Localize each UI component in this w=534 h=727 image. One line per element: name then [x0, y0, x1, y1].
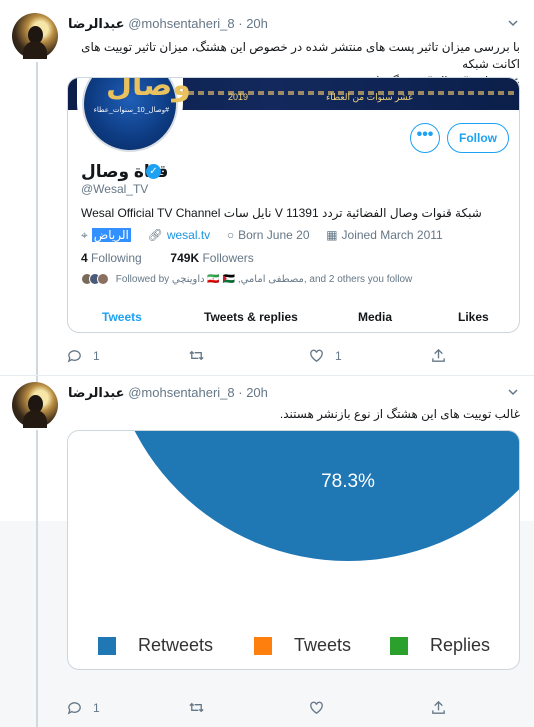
like-button[interactable] — [308, 699, 325, 716]
profile-bio: Wesal Official TV Channel نايل سات V شبك… — [81, 206, 482, 220]
legend-label: Retweets — [138, 635, 214, 655]
share-icon — [432, 348, 445, 362]
timestamp[interactable]: · 20h — [238, 16, 268, 31]
balloon-icon: ○ — [226, 228, 235, 242]
tweet-header: عبدالرضا @mohsentaheri_8 · 20h — [68, 385, 268, 401]
share-button[interactable] — [430, 699, 447, 716]
like-count: 1 — [335, 348, 342, 363]
heart-icon — [310, 349, 323, 362]
heart-icon — [310, 701, 323, 714]
profile-joined: Joined March 2011 — [341, 228, 443, 242]
profile-location: الرياض — [91, 228, 131, 242]
legend-item-replies: Replies — [390, 635, 490, 656]
reply-count: 1 — [93, 348, 100, 363]
location-icon: ⌖ — [81, 228, 88, 242]
avatar — [97, 273, 109, 285]
profile-tabs: Tweets Tweets & replies Media Likes — [68, 300, 519, 332]
profile-handle[interactable]: @Wesal_TV — [81, 182, 148, 196]
profile-picture[interactable]: TV وصال #وصال_10_سنوات_عطاء — [77, 78, 191, 156]
legend-swatch — [390, 636, 408, 655]
pie-slice-retweets — [134, 431, 519, 561]
chevron-down-icon[interactable] — [506, 16, 520, 30]
avatar[interactable] — [12, 382, 58, 428]
reply-button[interactable]: 1 — [66, 347, 100, 364]
legend-swatch — [254, 636, 272, 655]
profile-born: Born June 20 — [238, 228, 310, 242]
following-count[interactable]: 4 — [81, 251, 88, 265]
followers-count[interactable]: 749K — [170, 251, 199, 265]
banner-text: عشر سنوات من العطاء — [326, 92, 414, 102]
reply-icon — [67, 350, 81, 363]
profile-info: ⌖ الرياض 🔗︎ wesal.tv ○ Born June 20 ▦ Joined… — [81, 228, 443, 243]
logo-text: وصال — [106, 77, 191, 103]
tab-likes[interactable]: Likes — [458, 310, 489, 324]
profile-counts: 4 Following 749K Followers — [81, 251, 254, 265]
wesal-logo: TV وصال #وصال_10_سنوات_عطاء — [82, 78, 191, 152]
followed-by[interactable]: Followed by ﺩﺍﻭﻳﻨﭽﻲ 🇮🇷 🇵🇸 ,ﻣﺼﻄﻔﻰ ﺍﻣﺎﻣﻲ, … — [81, 273, 412, 285]
chevron-down-icon[interactable] — [506, 385, 520, 399]
chart-image[interactable]: 78.3% Retweets Tweets Replies — [67, 430, 520, 670]
tweet[interactable]: عبدالرضا @mohsentaheri_8 · 20h با بررسی … — [0, 0, 534, 375]
logo-subtext: #وصال_10_سنوات_عطاء — [93, 107, 169, 114]
link-icon: 🔗︎ — [147, 228, 163, 242]
tweet-text-line: با بررسی میزان تاثیر پست های منتشر شده د… — [81, 40, 520, 71]
following-label[interactable]: Following — [91, 251, 142, 265]
avatar[interactable] — [12, 13, 58, 59]
followers-label[interactable]: Followers — [202, 251, 253, 265]
follow-button[interactable]: Follow — [447, 123, 509, 153]
calendar-icon: ▦ — [326, 228, 338, 242]
retweet-icon — [189, 350, 204, 361]
retweet-icon — [189, 702, 204, 713]
legend-label: Replies — [430, 635, 491, 655]
retweet-button[interactable] — [188, 347, 215, 364]
legend-label: Tweets — [294, 635, 352, 655]
banner-year: 2019 — [228, 92, 249, 102]
tab-tweets-replies[interactable]: Tweets & replies — [204, 310, 298, 324]
more-options-button[interactable]: ••• — [410, 123, 440, 153]
legend-swatch — [98, 636, 116, 655]
share-icon — [432, 700, 445, 714]
author-name[interactable]: عبدالرضا — [68, 16, 125, 31]
reply-button[interactable]: 1 — [66, 699, 100, 716]
retweet-button[interactable] — [188, 699, 205, 716]
tweet-text: غالب توییت های این هشتگ از نوع بازنشر هس… — [70, 406, 520, 423]
pie-data-label: 78.3% — [321, 471, 375, 492]
profile-website[interactable]: wesal.tv — [167, 228, 210, 242]
reply-count: 1 — [93, 700, 100, 715]
profile-card[interactable]: 2019 عشر سنوات من العطاء TV وصال #وصال_1… — [67, 77, 520, 333]
tweet-text-line: غالب توییت های این هشتگ از نوع بازنشر هس… — [279, 407, 520, 421]
author-handle[interactable]: @mohsentaheri_8 — [128, 385, 234, 400]
tab-media[interactable]: Media — [358, 310, 392, 324]
legend-item-retweets: Retweets — [98, 635, 213, 656]
tweet-header: عبدالرضا @mohsentaheri_8 · 20h — [68, 16, 268, 32]
like-button[interactable]: 1 — [308, 347, 342, 364]
verified-badge-icon: ✓ — [146, 164, 161, 179]
author-name[interactable]: عبدالرضا — [68, 385, 125, 400]
timestamp[interactable]: · 20h — [238, 385, 268, 400]
tweet-actions: 1 — [66, 699, 466, 717]
tweet-actions: 1 1 — [66, 347, 466, 365]
tab-tweets[interactable]: Tweets — [102, 310, 142, 324]
reply-icon — [67, 702, 81, 715]
share-button[interactable] — [430, 347, 447, 364]
author-handle[interactable]: @mohsentaheri_8 — [128, 16, 234, 31]
followed-by-text: Followed by ﺩﺍﻭﻳﻨﭽﻲ 🇮🇷 🇵🇸 ,ﻣﺼﻄﻔﻰ ﺍﻣﺎﻣﻲ, … — [115, 273, 413, 285]
legend-item-tweets: Tweets — [254, 635, 351, 656]
